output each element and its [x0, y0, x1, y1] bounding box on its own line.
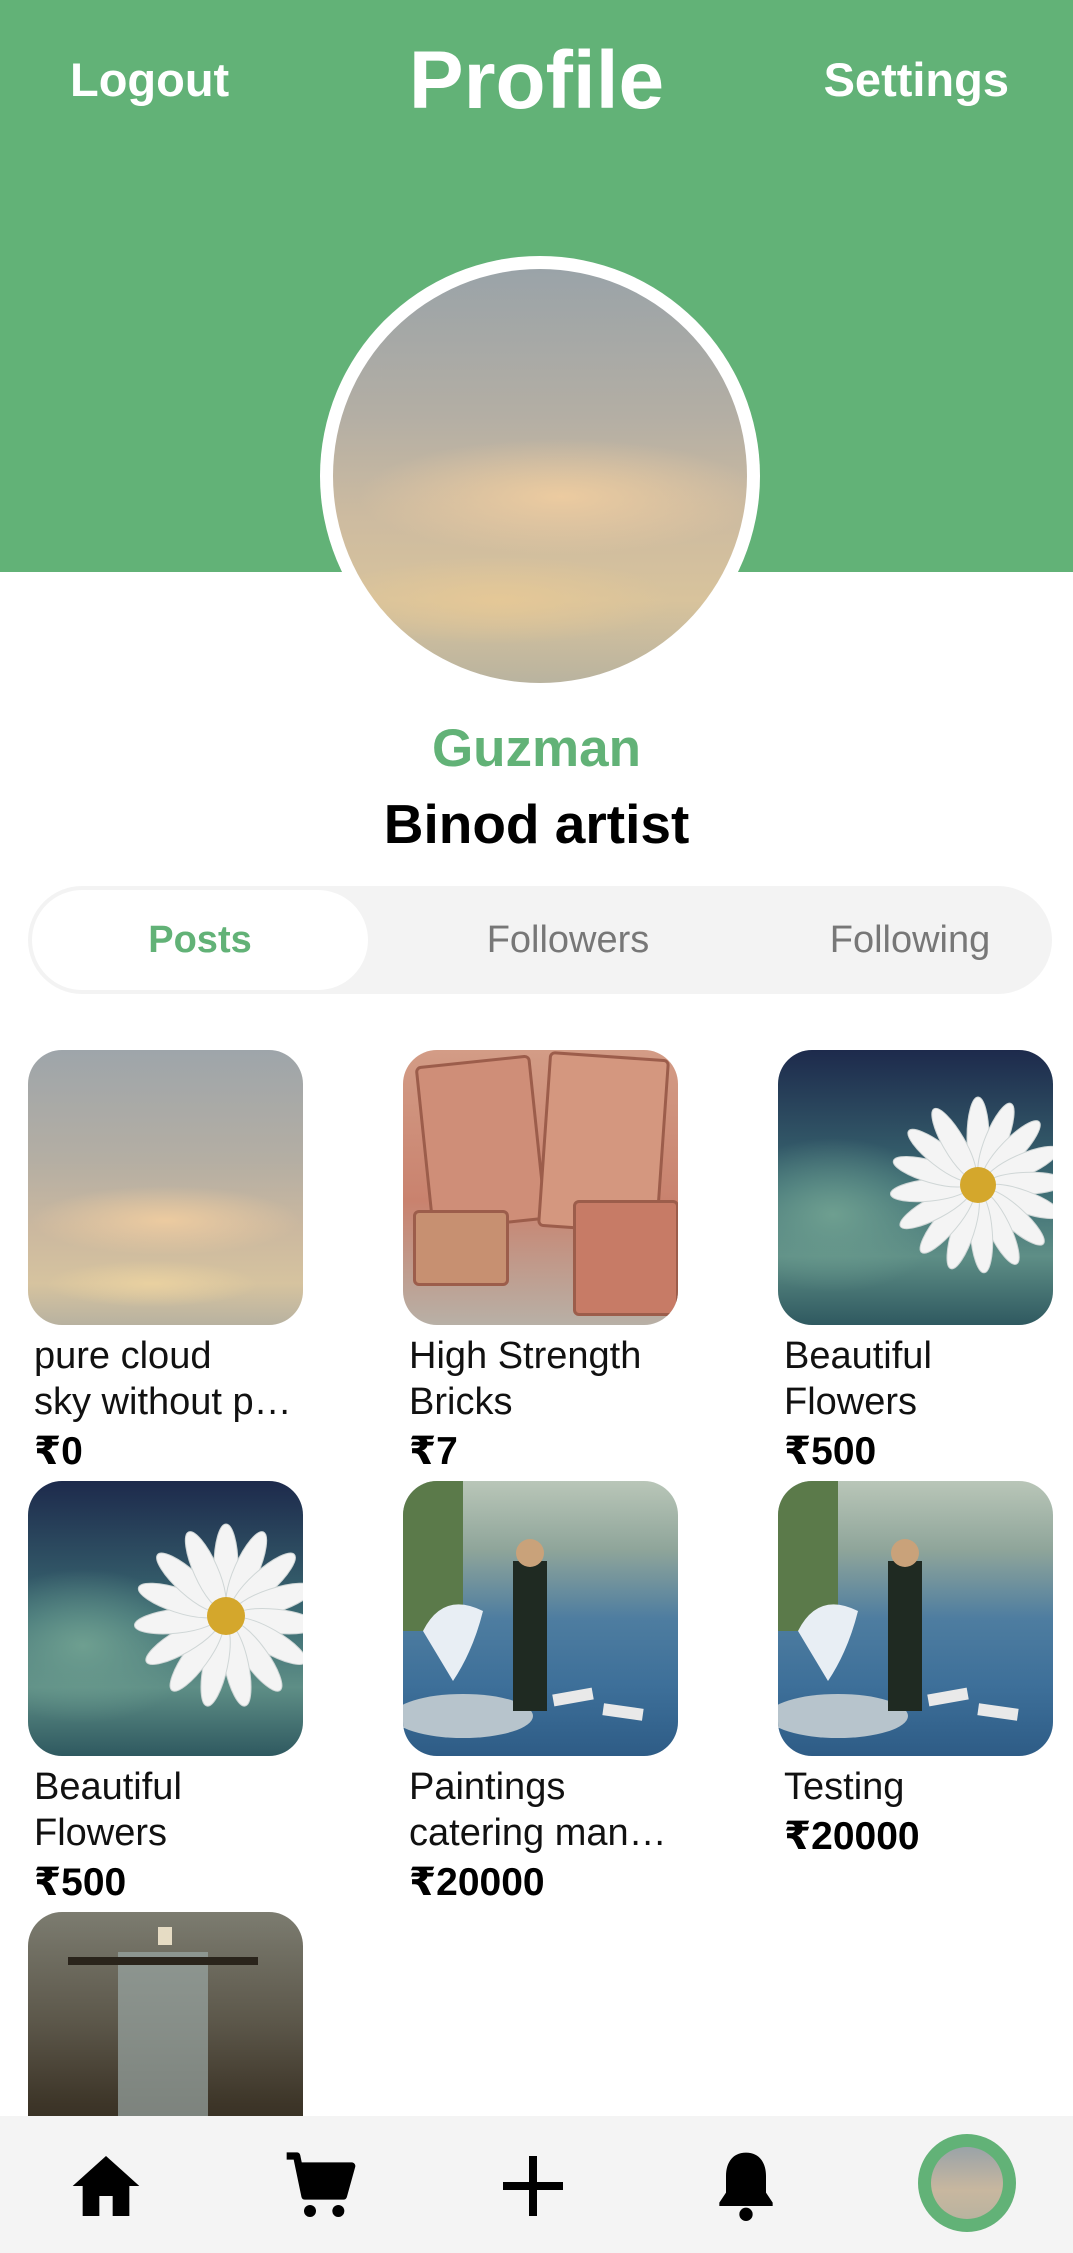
tab-followers[interactable]: Followers: [398, 886, 738, 994]
post-card[interactable]: pure cloud sky without p… ₹0: [28, 1050, 308, 1474]
bottom-navigation: [0, 2116, 1073, 2253]
post-card[interactable]: Beautiful Flowers ₹500: [778, 1050, 1058, 1474]
post-card[interactable]: High Strength Bricks ₹7: [403, 1050, 683, 1474]
profile-tabs: Posts Followers Following: [28, 886, 1052, 994]
post-card[interactable]: Beautiful Flowers ₹500: [28, 1481, 308, 1905]
post-card[interactable]: Testing ₹20000: [778, 1481, 1058, 1859]
post-price: ₹500: [34, 1861, 127, 1904]
post-image-flower: [778, 1050, 1053, 1325]
post-price: ₹0: [34, 1430, 83, 1473]
post-title: Paintings catering man…: [409, 1766, 667, 1854]
post-title: Beautiful Flowers: [784, 1335, 932, 1423]
cart-icon[interactable]: [280, 2146, 360, 2226]
post-title: Testing: [784, 1766, 905, 1808]
settings-button[interactable]: Settings: [824, 52, 1009, 107]
post-card[interactable]: Paintings catering man… ₹20000: [403, 1481, 683, 1905]
post-image-painting: [778, 1481, 1053, 1756]
tab-posts[interactable]: Posts: [32, 890, 368, 990]
profile-avatar-frame: [320, 256, 760, 696]
post-image-flower: [28, 1481, 303, 1756]
post-price: ₹500: [784, 1430, 877, 1473]
post-price: ₹20000: [409, 1861, 545, 1904]
avatar: [931, 2147, 1003, 2219]
nav-profile-avatar[interactable]: [918, 2134, 1016, 2232]
post-image-cloud: [28, 1050, 303, 1325]
post-title: pure cloud sky without p…: [34, 1335, 292, 1423]
home-icon[interactable]: [66, 2146, 146, 2226]
user-tagline: Binod artist: [383, 793, 690, 855]
add-icon[interactable]: [493, 2146, 573, 2226]
post-title: Beautiful Flowers: [34, 1766, 182, 1854]
post-image-painting: [403, 1481, 678, 1756]
post-title: High Strength Bricks: [409, 1335, 642, 1423]
user-name: Guzman: [431, 719, 642, 778]
bell-icon[interactable]: [706, 2146, 786, 2226]
post-image-bricks: [403, 1050, 678, 1325]
post-price: ₹7: [409, 1430, 458, 1473]
profile-avatar[interactable]: [333, 269, 747, 683]
tab-following[interactable]: Following: [740, 886, 1073, 994]
post-price: ₹20000: [784, 1815, 920, 1858]
